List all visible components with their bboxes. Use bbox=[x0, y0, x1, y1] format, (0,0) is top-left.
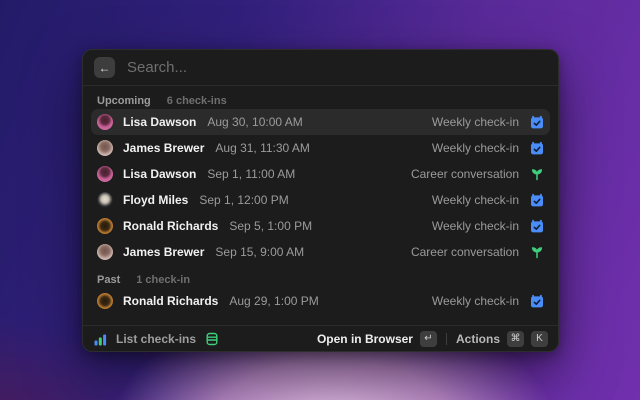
section-count: 6 check-ins bbox=[166, 95, 227, 107]
footer-divider bbox=[445, 332, 447, 345]
checkin-datetime: Aug 30, 10:00 AM bbox=[207, 115, 303, 129]
checkin-datetime: Sep 1, 12:00 PM bbox=[199, 193, 289, 207]
checkin-row[interactable]: Lisa Dawson Aug 30, 10:00 AM Weekly chec… bbox=[91, 109, 550, 135]
sprout-icon bbox=[529, 245, 544, 260]
arrow-left-icon: ← bbox=[98, 60, 111, 75]
checkin-type-label: Weekly check-in bbox=[431, 219, 519, 233]
checkin-row[interactable]: Lisa Dawson Sep 1, 11:00 AM Career conve… bbox=[91, 161, 550, 187]
section-count: 1 check-in bbox=[136, 274, 191, 286]
search-bar: ← Search... bbox=[83, 50, 558, 86]
open-in-browser-button[interactable]: Open in Browser bbox=[317, 332, 413, 346]
person-name: Lisa Dawson bbox=[123, 167, 197, 181]
checkin-row[interactable]: Floyd Miles Sep 1, 12:00 PM Weekly check… bbox=[91, 187, 550, 213]
avatar bbox=[97, 114, 113, 130]
checkin-datetime: Sep 15, 9:00 AM bbox=[215, 245, 305, 259]
checkin-datetime: Sep 5, 1:00 PM bbox=[229, 219, 313, 233]
calendar-check-icon bbox=[529, 115, 544, 130]
sprout-icon bbox=[529, 167, 544, 182]
checkin-datetime: Aug 31, 11:30 AM bbox=[215, 141, 310, 155]
checkin-type-label: Career conversation bbox=[410, 167, 519, 181]
checkin-type-label: Weekly check-in bbox=[431, 193, 519, 207]
checkin-datetime: Aug 29, 1:00 PM bbox=[229, 294, 319, 308]
checkin-type-label: Weekly check-in bbox=[431, 294, 519, 308]
checkin-datetime: Sep 1, 11:00 AM bbox=[207, 167, 296, 181]
avatar bbox=[97, 140, 113, 156]
bar-chart-icon bbox=[93, 332, 107, 346]
section-header: Upcoming 6 check-ins bbox=[91, 93, 550, 109]
checkin-list: Upcoming 6 check-ins Lisa Dawson Aug 30,… bbox=[83, 86, 558, 325]
section-label: Upcoming bbox=[97, 95, 151, 107]
checkin-type-label: Career conversation bbox=[410, 245, 519, 259]
person-name: Ronald Richards bbox=[123, 219, 219, 233]
command-palette-window: ← Search... Upcoming 6 check-ins Lisa Da… bbox=[82, 49, 559, 352]
avatar bbox=[97, 218, 113, 234]
section-label: Past bbox=[97, 274, 121, 286]
calendar-check-icon bbox=[529, 294, 544, 309]
calendar-check-icon bbox=[529, 219, 544, 234]
return-key-badge: ↵ bbox=[419, 330, 437, 347]
footer-bar: List check-ins Open in Browser ↵ Actions… bbox=[83, 325, 558, 351]
person-name: Floyd Miles bbox=[123, 193, 189, 207]
k-key-badge: K bbox=[531, 330, 548, 347]
avatar bbox=[97, 192, 113, 208]
avatar bbox=[97, 244, 113, 260]
section-header: Past 1 check-in bbox=[91, 272, 550, 288]
checkin-type-label: Weekly check-in bbox=[431, 141, 519, 155]
command-title: List check-ins bbox=[116, 331, 197, 346]
checkin-row[interactable]: Ronald Richards Sep 5, 1:00 PM Weekly ch… bbox=[91, 213, 550, 239]
checkin-row[interactable]: Ronald Richards Aug 29, 1:00 PM Weekly c… bbox=[91, 288, 550, 314]
checkin-row[interactable]: James Brewer Aug 31, 11:30 AM Weekly che… bbox=[91, 135, 550, 161]
actions-button[interactable]: Actions bbox=[456, 332, 500, 346]
calendar-check-icon bbox=[529, 141, 544, 156]
command-key-badge: ⌘ bbox=[507, 330, 524, 347]
person-name: James Brewer bbox=[123, 245, 205, 259]
avatar bbox=[97, 166, 113, 182]
calendar-check-icon bbox=[529, 193, 544, 208]
checkin-row[interactable]: James Brewer Sep 15, 9:00 AM Career conv… bbox=[91, 239, 550, 265]
checkin-type-label: Weekly check-in bbox=[431, 115, 519, 129]
journal-icon bbox=[205, 332, 219, 346]
person-name: Lisa Dawson bbox=[123, 115, 197, 129]
avatar bbox=[97, 293, 113, 309]
person-name: Ronald Richards bbox=[123, 294, 219, 308]
search-input[interactable]: Search... bbox=[127, 59, 187, 76]
person-name: James Brewer bbox=[123, 141, 205, 155]
back-button[interactable]: ← bbox=[94, 57, 115, 78]
